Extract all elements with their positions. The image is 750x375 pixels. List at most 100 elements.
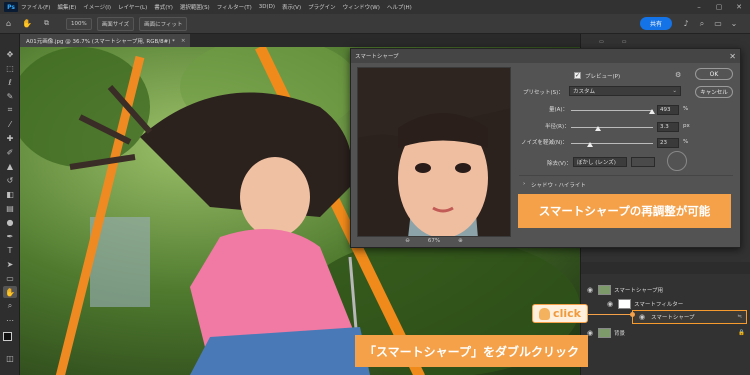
angle-dial <box>667 151 687 171</box>
noise-input[interactable]: 23 <box>657 138 679 148</box>
menu-layer[interactable]: レイヤー(L) <box>118 3 147 11</box>
hand-tool-icon[interactable]: ✋ <box>3 286 17 298</box>
blur-tool-icon[interactable]: ● <box>3 216 17 228</box>
bell-icon[interactable]: ♪ <box>680 17 692 30</box>
menu-plugins[interactable]: プラグイン <box>308 3 336 11</box>
layer-name: スマートシャープ <box>651 315 695 321</box>
maximize-icon[interactable]: ▢ <box>710 0 728 14</box>
menu-help[interactable]: ヘルプ(H) <box>387 3 412 11</box>
layer-smart-filters[interactable]: ◉ スマートフィルター <box>581 297 750 311</box>
layer-thumbnail <box>598 328 611 338</box>
tool-panel: ✥ ⬚ ℓ ✎ ⌗ ⁄ ✚ ✐ ▲ ↺ ◧ ▤ ● ✒ T ➤ ▭ ✋ ⌕ ⋯ … <box>0 34 20 375</box>
cancel-button[interactable]: キャンセル <box>695 86 733 98</box>
window-close-icon[interactable]: ✕ <box>730 0 748 14</box>
eye-icon[interactable]: ◉ <box>637 313 647 321</box>
chevron-down-icon[interactable]: ⌄ <box>728 17 740 30</box>
pen-tool-icon[interactable]: ✒ <box>3 230 17 242</box>
quick-select-icon[interactable]: ✎ <box>3 90 17 102</box>
noise-slider-track[interactable] <box>571 143 653 144</box>
preview-image <box>358 68 510 236</box>
hand-tool-icon[interactable]: ✋ <box>22 19 44 28</box>
document-tab-label: A01元画像.jpg @ 36.7% (スマートシャープ用, RGB/8#) * <box>26 38 175 45</box>
menu-view[interactable]: 表示(V) <box>282 3 301 11</box>
document-tab[interactable]: A01元画像.jpg @ 36.7% (スマートシャープ用, RGB/8#) *… <box>20 34 190 47</box>
amount-input[interactable]: 493 <box>657 105 679 115</box>
marquee-tool-icon[interactable]: ⬚ <box>3 62 17 74</box>
eraser-tool-icon[interactable]: ◧ <box>3 188 17 200</box>
radius-slider-track[interactable] <box>571 127 653 128</box>
tab-close-icon[interactable]: × <box>181 38 186 44</box>
minimize-icon[interactable]: – <box>690 0 708 14</box>
layer-smart-sharpen[interactable]: ◉ スマートシャープ ≒ <box>632 310 747 324</box>
amount-slider-track[interactable] <box>571 110 653 111</box>
menu-select[interactable]: 選択範囲(S) <box>180 3 210 11</box>
menu-window[interactable]: ウィンドウ(W) <box>343 3 380 11</box>
noise-slider-handle[interactable] <box>586 142 593 147</box>
crop-tool-icon[interactable]: ⌗ <box>3 104 17 116</box>
brush-tool-icon[interactable]: ✐ <box>3 146 17 158</box>
quick-mask-icon[interactable]: ◫ <box>3 352 17 364</box>
panel-tab-2[interactable]: ▭ <box>622 39 627 45</box>
menu-edit[interactable]: 編集(E) <box>57 3 76 11</box>
zoom-in-icon[interactable]: ⊕ <box>458 238 463 244</box>
gear-icon[interactable]: ⚙ <box>675 71 681 79</box>
radius-slider-handle[interactable] <box>595 126 602 131</box>
eye-icon[interactable]: ◉ <box>605 300 615 308</box>
lasso-tool-icon[interactable]: ℓ <box>3 76 17 88</box>
preview-checkbox[interactable]: ✓ <box>574 72 581 79</box>
shadow-expand-icon[interactable]: › <box>523 181 525 187</box>
fill-screen-button[interactable]: 画面にフィット <box>139 16 188 31</box>
healing-brush-icon[interactable]: ✚ <box>3 132 17 144</box>
click-label: click <box>553 307 581 320</box>
shadow-highlight-label[interactable]: シャドウ・ハイライト <box>531 181 586 189</box>
share-button[interactable]: 共有 <box>640 17 672 30</box>
menu-image[interactable]: イメージ(I) <box>83 3 111 11</box>
options-bar: ⌂ ✋ ⧉ 100% 画面サイズ 画面にフィット <box>0 14 750 34</box>
arrange-icon[interactable]: ⧉ <box>44 19 66 28</box>
zoom-out-icon[interactable]: ⊖ <box>405 238 410 244</box>
search-icon[interactable]: ⌕ <box>696 17 708 30</box>
radius-unit: px <box>683 123 690 129</box>
dialog-title: スマートシャープ <box>355 54 399 60</box>
eye-icon[interactable]: ◉ <box>585 286 595 294</box>
rectangle-tool-icon[interactable]: ▭ <box>3 272 17 284</box>
remove-select[interactable]: ぼかし (レンズ) <box>573 157 627 167</box>
blend-options-icon[interactable]: ≒ <box>737 314 742 320</box>
layer-smart-object[interactable]: ◉ スマートシャープ用 <box>581 283 750 297</box>
zoom-tool-icon[interactable]: ⌕ <box>3 300 17 312</box>
menu-3d[interactable]: 3D(D) <box>259 4 275 10</box>
preview-pane[interactable] <box>357 67 511 237</box>
noise-unit: % <box>683 139 689 145</box>
callout-line <box>588 314 634 315</box>
amount-unit: % <box>683 106 689 112</box>
ok-button[interactable]: OK <box>695 68 733 80</box>
divider <box>519 175 733 176</box>
menu-file[interactable]: ファイル(F) <box>21 3 50 11</box>
gradient-tool-icon[interactable]: ▤ <box>3 202 17 214</box>
stamp-tool-icon[interactable]: ▲ <box>3 160 17 172</box>
preset-select[interactable]: カスタム ⌄ <box>569 86 681 96</box>
zoom-100-button[interactable]: 100% <box>66 17 92 30</box>
fit-screen-button[interactable]: 画面サイズ <box>96 16 135 31</box>
dialog-title-bar: スマートシャープ ✕ <box>351 49 740 63</box>
eyedropper-icon[interactable]: ⁄ <box>3 118 17 130</box>
remove-label: 除去(V)： <box>547 161 572 167</box>
panel-tab-1[interactable]: ▭ <box>599 39 604 45</box>
close-icon[interactable]: ✕ <box>729 49 736 63</box>
amount-slider-handle[interactable] <box>648 109 655 114</box>
more-tools-icon[interactable]: ⋯ <box>3 314 17 326</box>
move-tool-icon[interactable]: ✥ <box>3 48 17 60</box>
menu-filter[interactable]: フィルター(T) <box>217 3 252 11</box>
history-brush-icon[interactable]: ↺ <box>3 174 17 186</box>
home-icon[interactable]: ⌂ <box>6 19 22 28</box>
foreground-color-swatch[interactable] <box>3 332 12 341</box>
menu-type[interactable]: 書式(Y) <box>154 3 173 11</box>
workspace-icon[interactable]: ▭ <box>712 17 724 30</box>
type-tool-icon[interactable]: T <box>3 244 17 256</box>
radius-input[interactable]: 3.3 <box>657 122 679 132</box>
layer-thumbnail <box>598 285 611 295</box>
document-tab-bar: A01元画像.jpg @ 36.7% (スマートシャープ用, RGB/8#) *… <box>20 34 580 47</box>
preset-value: カスタム <box>573 89 596 95</box>
path-select-icon[interactable]: ➤ <box>3 258 17 270</box>
layer-background[interactable]: ◉ 背景 🔒 <box>581 326 750 340</box>
